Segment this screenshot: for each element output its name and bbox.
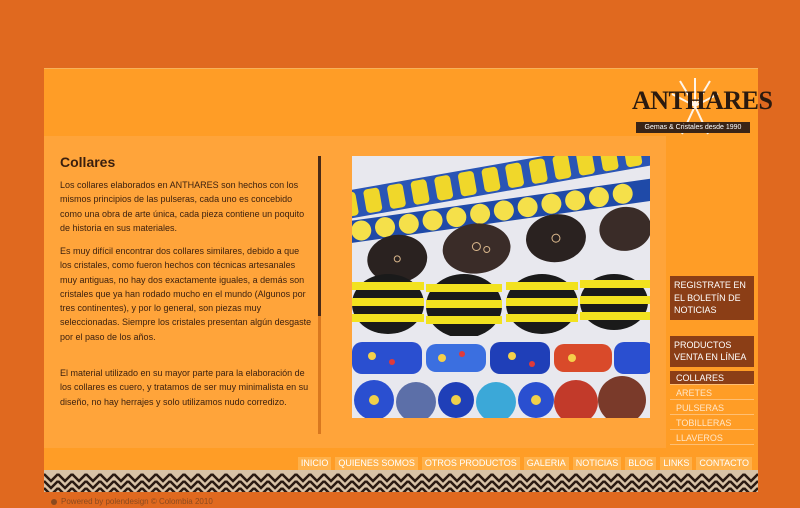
footer: Powered by polendesign © Colombia 2010: [50, 497, 213, 506]
anthares-logo[interactable]: ANTHARES Gemas & Cristales desde 1990: [632, 76, 773, 146]
footer-credit[interactable]: Powered by polendesign © Colombia 2010: [61, 497, 213, 506]
paragraph: Los collares elaborados en ANTHARES son …: [60, 180, 305, 233]
nav-noticias[interactable]: NOTICIAS: [572, 457, 622, 470]
nav-contacto[interactable]: CONTACTO: [696, 457, 752, 470]
logo-tagline: Gemas & Cristales desde 1990: [636, 122, 750, 133]
sidebar-item-aretes[interactable]: ARETES: [670, 385, 754, 400]
nav-inicio[interactable]: INICIO: [297, 457, 332, 470]
nav-links[interactable]: LINKS: [660, 457, 693, 470]
main-nav: INICIO QUIENES SOMOS OTROS PRODUCTOS GAL…: [297, 457, 752, 470]
sidebar-item-collares[interactable]: COLLARES: [670, 370, 754, 385]
newsletter-signup-button[interactable]: REGISTRATE EN EL BOLETÍN DE NOTICIAS: [670, 276, 754, 320]
nav-quienes-somos[interactable]: QUIENES SOMOS: [335, 457, 418, 470]
site-frame: ANTHARES Gemas & Cristales desde 1990 Co…: [44, 68, 773, 492]
online-products-heading[interactable]: PRODUCTOS VENTA EN LÍNEA: [670, 335, 754, 367]
tribal-pattern-band: [44, 470, 758, 492]
nav-galeria[interactable]: GALERIA: [523, 457, 569, 470]
sidebar-nav: REGISTRATE EN EL BOLETÍN DE NOTICIAS PRO…: [670, 276, 754, 446]
necklace-photo: [352, 156, 650, 418]
nav-blog[interactable]: BLOG: [625, 457, 657, 470]
sidebar-item-tobilleras[interactable]: TOBILLERAS: [670, 415, 754, 430]
sidebar-item-llaveros[interactable]: LLAVEROS: [670, 430, 754, 445]
polendesign-icon: [51, 498, 57, 505]
paragraph: El material utilizado en su mayor parte …: [60, 368, 309, 407]
page-title: Collares: [60, 154, 116, 170]
nav-otros-productos[interactable]: OTROS PRODUCTOS: [421, 457, 520, 470]
scrollbar-thumb[interactable]: [318, 156, 321, 316]
sidebar-item-pulseras[interactable]: PULSERAS: [670, 400, 754, 415]
paragraph: Es muy difícil encontrar dos collares si…: [60, 246, 312, 342]
logo-wordmark: ANTHARES: [632, 86, 773, 115]
